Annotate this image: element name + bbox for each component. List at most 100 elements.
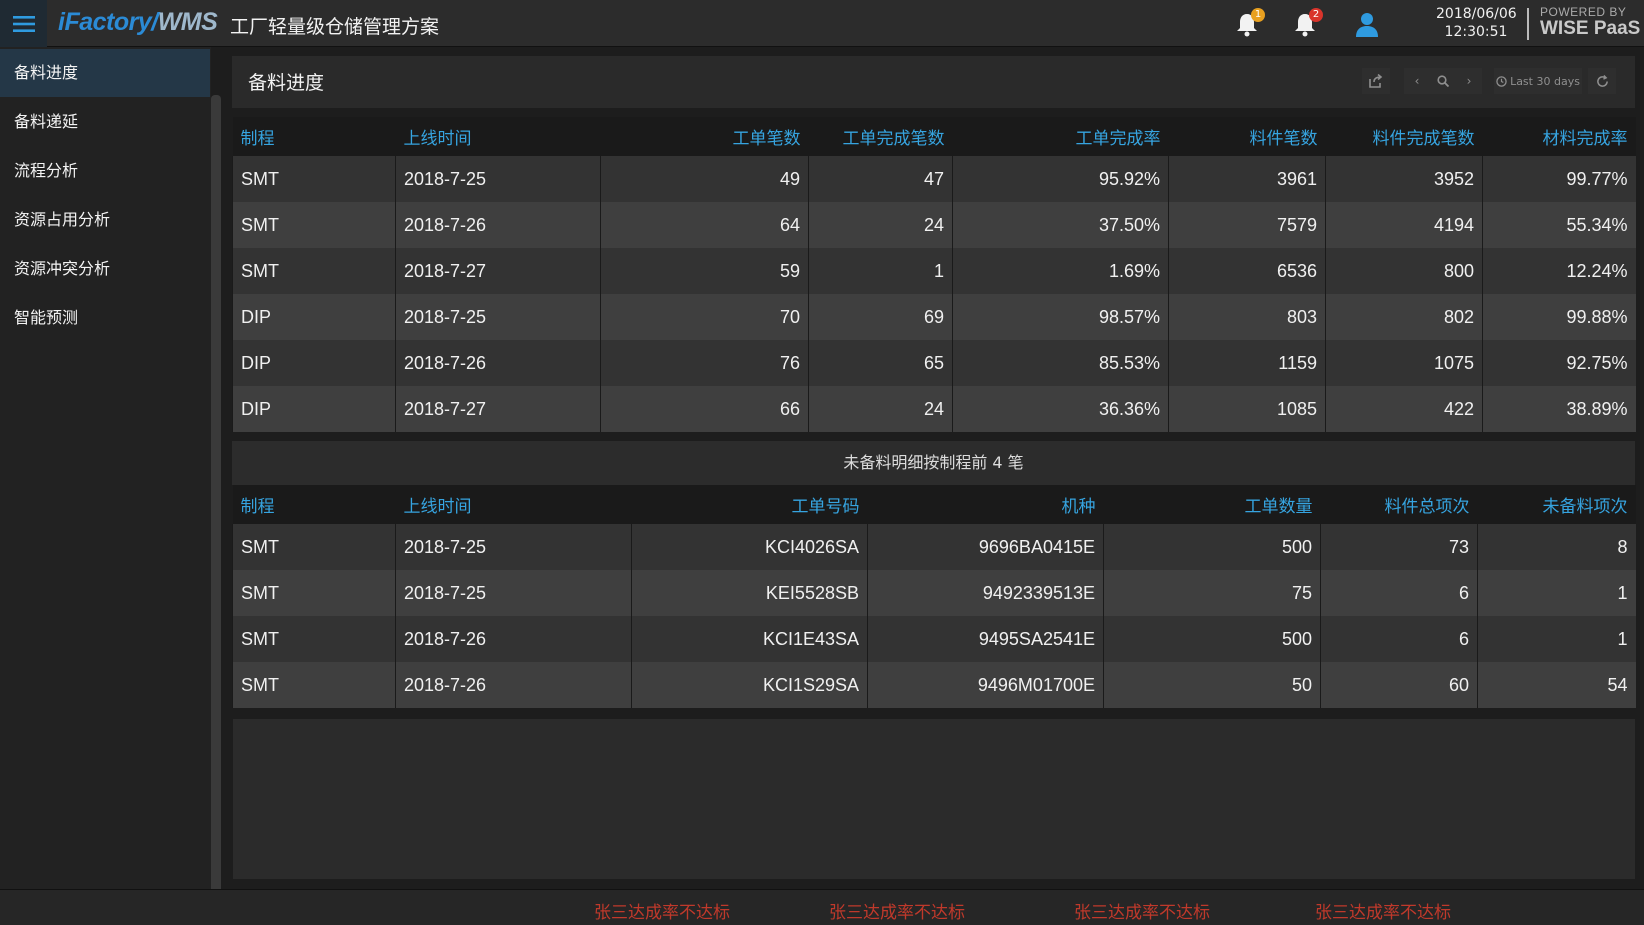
table-cell: 1 [1477, 616, 1636, 662]
sidebar-item-process-analysis[interactable]: 流程分析 [0, 147, 210, 195]
table-cell: SMT [232, 156, 396, 202]
table-cell: 1085 [1168, 386, 1326, 432]
table-cell: 2018-7-25 [395, 570, 632, 616]
notification-badge: 1 [1251, 8, 1265, 22]
top-bar: iFactory/WMS 工厂轻量级仓储管理方案 1 2 2018/06/06 … [0, 0, 1644, 47]
column-header[interactable]: 上线时间 [395, 485, 632, 524]
table-row[interactable]: DIP 2018-7-27 66 24 36.36% 1085 422 38.8… [232, 386, 1636, 432]
user-icon [1356, 13, 1378, 37]
column-header[interactable]: 上线时间 [395, 117, 601, 156]
table-cell: 2018-7-26 [395, 662, 632, 708]
table-row[interactable]: DIP 2018-7-26 76 65 85.53% 1159 1075 92.… [232, 340, 1636, 386]
column-header[interactable]: 工单完成率 [952, 117, 1169, 156]
column-header[interactable]: 工单笔数 [600, 117, 809, 156]
notification-button-1[interactable]: 1 [1233, 8, 1265, 38]
table-row[interactable]: SMT 2018-7-25 KEI5528SB 9492339513E 75 6… [232, 570, 1636, 616]
sidebar-item-smart-prediction[interactable]: 智能预测 [0, 294, 210, 342]
date-text: 2018/06/06 [1436, 6, 1517, 22]
panel-header: 备料进度 ‹ › Last 30 days [232, 56, 1635, 108]
table-cell: SMT [232, 570, 396, 616]
table-cell: 54 [1477, 662, 1636, 708]
table-cell: 2018-7-26 [395, 340, 601, 386]
alert-message[interactable]: 张三达成率不达标 [1074, 898, 1210, 923]
table-cell: 60 [1320, 662, 1478, 708]
powered-by-logo: POWERED BY WISE PaaS [1540, 6, 1640, 39]
notification-button-2[interactable]: 2 [1291, 8, 1323, 38]
table-cell: 422 [1325, 386, 1483, 432]
table-row[interactable]: DIP 2018-7-25 70 69 98.57% 803 802 99.88… [232, 294, 1636, 340]
alert-message[interactable]: 张三达成率不达标 [829, 898, 965, 923]
chevron-left-icon[interactable]: ‹ [1404, 74, 1430, 88]
column-header[interactable]: 料件笔数 [1168, 117, 1326, 156]
table-cell: 98.57% [952, 294, 1169, 340]
table-cell: 1 [808, 248, 953, 294]
user-profile-button[interactable] [1353, 10, 1381, 38]
table-row[interactable]: SMT 2018-7-25 49 47 95.92% 3961 3952 99.… [232, 156, 1636, 202]
chevron-right-icon[interactable]: › [1456, 74, 1482, 88]
table-cell: 2018-7-25 [395, 294, 601, 340]
table-cell: 92.75% [1482, 340, 1636, 386]
menu-icon [12, 15, 35, 32]
table-row[interactable]: SMT 2018-7-27 59 1 1.69% 6536 800 12.24% [232, 248, 1636, 294]
table-cell: 59 [600, 248, 809, 294]
table-cell: 69 [808, 294, 953, 340]
app-subtitle: 工厂轻量级仓储管理方案 [230, 16, 440, 38]
alert-message[interactable]: 张三达成率不达标 [1315, 898, 1451, 923]
hamburger-menu-button[interactable] [0, 0, 47, 47]
pending-detail-title: 未备料明细按制程前 4 笔 [232, 441, 1635, 485]
share-button[interactable] [1362, 68, 1390, 94]
sidebar: 备料进度 备料递延 流程分析 资源占用分析 资源冲突分析 智能预测 [0, 47, 221, 919]
column-header[interactable]: 机种 [867, 485, 1104, 524]
pending-material-table: 制程 上线时间 工单号码 机种 工单数量 料件总项次 未备料项次 SMT 201… [232, 485, 1636, 708]
table-cell: 3952 [1325, 156, 1483, 202]
table-cell: 2018-7-27 [395, 248, 601, 294]
table-row[interactable]: SMT 2018-7-26 KCI1S29SA 9496M01700E 50 6… [232, 662, 1636, 708]
table-cell: 9696BA0415E [867, 524, 1104, 570]
sidebar-item-resource-usage[interactable]: 资源占用分析 [0, 196, 210, 244]
table-cell: 9492339513E [867, 570, 1104, 616]
column-header[interactable]: 工单号码 [631, 485, 868, 524]
sidebar-item-resource-conflict[interactable]: 资源冲突分析 [0, 245, 210, 293]
table-cell: 65 [808, 340, 953, 386]
table-cell: DIP [232, 386, 396, 432]
table-row[interactable]: SMT 2018-7-26 64 24 37.50% 7579 4194 55.… [232, 202, 1636, 248]
column-header[interactable]: 料件总项次 [1320, 485, 1478, 524]
sidebar-item-material-progress[interactable]: 备料进度 [0, 49, 210, 97]
time-range-picker[interactable]: Last 30 days [1494, 68, 1582, 94]
table-cell: 76 [600, 340, 809, 386]
table-cell: 1075 [1325, 340, 1483, 386]
column-header[interactable]: 料件完成笔数 [1325, 117, 1483, 156]
table-row[interactable]: SMT 2018-7-26 KCI1E43SA 9495SA2541E 500 … [232, 616, 1636, 662]
header-divider [1527, 8, 1529, 40]
column-header[interactable]: 工单完成笔数 [808, 117, 953, 156]
table-cell: 47 [808, 156, 953, 202]
search-icon[interactable] [1430, 75, 1456, 87]
table-cell: 500 [1103, 616, 1321, 662]
table-cell: 7579 [1168, 202, 1326, 248]
sidebar-scrollbar[interactable] [211, 95, 221, 919]
table-cell: 2018-7-25 [395, 156, 601, 202]
material-progress-table: 制程 上线时间 工单笔数 工单完成笔数 工单完成率 料件笔数 料件完成笔数 材料… [232, 117, 1636, 432]
column-header[interactable]: 未备料项次 [1477, 485, 1636, 524]
table-cell: KEI5528SB [631, 570, 868, 616]
refresh-button[interactable] [1588, 68, 1616, 94]
table-cell: 55.34% [1482, 202, 1636, 248]
table-row[interactable]: SMT 2018-7-25 KCI4026SA 9696BA0415E 500 … [232, 524, 1636, 570]
table-header-row: 制程 上线时间 工单笔数 工单完成笔数 工单完成率 料件笔数 料件完成笔数 材料… [232, 117, 1636, 156]
table-cell: 50 [1103, 662, 1321, 708]
table-cell: 2018-7-27 [395, 386, 601, 432]
column-header[interactable]: 材料完成率 [1482, 117, 1636, 156]
table-cell: 800 [1325, 248, 1483, 294]
time-nav-group: ‹ › [1404, 68, 1482, 94]
column-header[interactable]: 制程 [232, 117, 396, 156]
column-header[interactable]: 制程 [232, 485, 396, 524]
brand-logo: iFactory/WMS [58, 8, 218, 37]
table-cell: 95.92% [952, 156, 1169, 202]
table-cell: 9496M01700E [867, 662, 1104, 708]
sidebar-item-material-delay[interactable]: 备料递延 [0, 98, 210, 146]
table-cell: 3961 [1168, 156, 1326, 202]
column-header[interactable]: 工单数量 [1103, 485, 1321, 524]
table-cell: KCI1E43SA [631, 616, 868, 662]
table-header-row: 制程 上线时间 工单号码 机种 工单数量 料件总项次 未备料项次 [232, 485, 1636, 524]
alert-message[interactable]: 张三达成率不达标 [594, 898, 730, 923]
